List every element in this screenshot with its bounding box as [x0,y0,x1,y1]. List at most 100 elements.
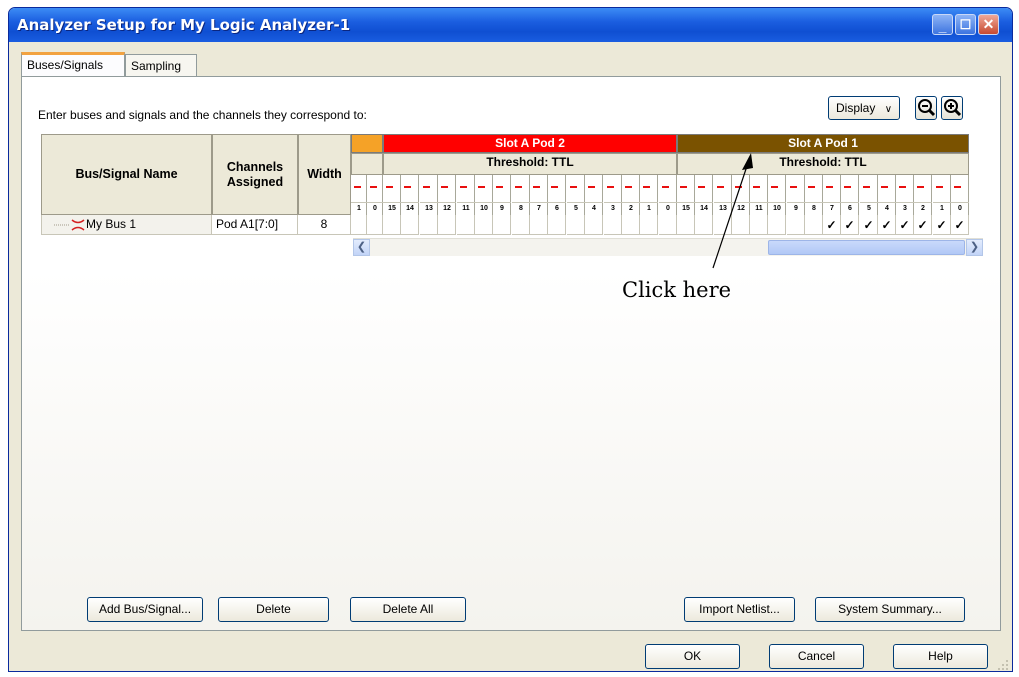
pod1-assign-cell-15[interactable] [677,215,695,235]
pod1-channel-7[interactable]: 7 [823,175,841,215]
pod2-assign-cell-12[interactable] [438,215,456,235]
channel-marker [551,186,558,188]
resize-grip-icon[interactable] [997,659,1009,671]
col-header-name[interactable]: Bus/Signal Name [41,134,212,215]
scroll-left-button[interactable]: ❮ [353,239,370,256]
zoom-in-button[interactable] [941,96,963,120]
pod2-assign-cell-9[interactable] [493,215,511,235]
pod1-assign-cell-5[interactable]: ✓ [860,215,878,235]
pod2-channel-7[interactable]: 7 [530,175,548,215]
channel-marker [533,186,540,188]
pod2-channel-10[interactable]: 10 [475,175,493,215]
width-cell[interactable]: 8 [298,215,351,235]
display-dropdown[interactable]: Display ∨ [828,96,900,120]
pod1-channel-15[interactable]: 15 [677,175,695,215]
col-header-width[interactable]: Width [298,134,351,215]
pod1-assign-cell-4[interactable]: ✓ [878,215,896,235]
maximize-button[interactable]: ☐ [955,14,976,35]
pod1-channel-5[interactable]: 5 [860,175,878,215]
pod2-assign-cell-11[interactable] [457,215,475,235]
pod1-assign-cell-10[interactable] [768,215,786,235]
help-button[interactable]: Help [893,644,988,669]
pod1-channel-2[interactable]: 2 [914,175,932,215]
extra-channel-1[interactable]: 1 [351,175,367,215]
pod1-assign-cell-8[interactable] [805,215,823,235]
close-button[interactable]: ✕ [978,14,999,35]
pod2-channel-15[interactable]: 15 [383,175,401,215]
title-bar[interactable]: Analyzer Setup for My Logic Analyzer-1 _… [9,8,1012,42]
channel-marker [496,186,503,188]
pod2-assign-cell-1[interactable] [640,215,658,235]
tab-buses-signals[interactable]: Buses/Signals [21,52,125,76]
extra-assign-cell-1[interactable] [351,215,367,235]
pod2-assign-cell-4[interactable] [585,215,603,235]
channels-assigned-cell[interactable]: Pod A1[7:0] [212,215,298,235]
pod2-assign-cell-14[interactable] [401,215,419,235]
pod1-channel-10[interactable]: 10 [768,175,786,215]
table-row[interactable]: My Bus 1 [41,215,212,235]
pod2-channel-5[interactable]: 5 [567,175,585,215]
pod1-assign-cell-9[interactable] [787,215,805,235]
scroll-thumb[interactable] [768,240,965,255]
add-bus-signal-button[interactable]: Add Bus/Signal... [87,597,203,622]
pod1-assign-cell-7[interactable]: ✓ [823,215,841,235]
minimize-icon: _ [938,18,947,34]
pod1-channel-4[interactable]: 4 [878,175,896,215]
delete-all-button[interactable]: Delete All [350,597,466,622]
pod2-channel-3[interactable]: 3 [604,175,622,215]
pod2-assign-cell-7[interactable] [530,215,548,235]
pod1-assign-cell-0[interactable]: ✓ [951,215,969,235]
pod2-channel-14[interactable]: 14 [401,175,419,215]
pod2-channel-13[interactable]: 13 [420,175,438,215]
channel-marker [826,186,833,188]
channel-marker [863,186,870,188]
import-netlist-button[interactable]: Import Netlist... [684,597,795,622]
pod2-assign-cell-3[interactable] [604,215,622,235]
pod1-channel-3[interactable]: 3 [896,175,914,215]
zoom-in-icon [944,99,962,117]
col-header-channels[interactable]: Channels Assigned [212,134,298,215]
extra-channel-0[interactable]: 0 [367,175,383,215]
minimize-button[interactable]: _ [932,14,953,35]
threshold-pod2[interactable]: Threshold: TTL [383,153,677,175]
channel-marker [625,186,632,188]
pod2-channel-8[interactable]: 8 [512,175,530,215]
pod2-channel-2[interactable]: 2 [622,175,640,215]
pod-slot-a-pod2-header[interactable]: Slot A Pod 2 [383,134,677,153]
extra-assign-cell-0[interactable] [367,215,383,235]
scroll-right-button[interactable]: ❯ [966,239,983,256]
pod1-assign-cell-3[interactable]: ✓ [896,215,914,235]
pod2-assign-cell-15[interactable] [383,215,401,235]
pod2-assign-cell-8[interactable] [512,215,530,235]
pod2-channel-1[interactable]: 1 [640,175,658,215]
system-summary-button[interactable]: System Summary... [815,597,965,622]
delete-button[interactable]: Delete [218,597,329,622]
pod2-assign-cell-10[interactable] [475,215,493,235]
pod2-channel-12[interactable]: 12 [438,175,456,215]
pod2-channel-9[interactable]: 9 [493,175,511,215]
pod1-assign-cell-1[interactable]: ✓ [933,215,951,235]
pod1-assign-cell-6[interactable]: ✓ [841,215,859,235]
pod1-channel-8[interactable]: 8 [805,175,823,215]
pod2-channel-0[interactable]: 0 [659,175,677,215]
pod2-assign-cell-2[interactable] [622,215,640,235]
pod2-assign-cell-13[interactable] [420,215,438,235]
ok-button[interactable]: OK [645,644,740,669]
pod2-channel-4[interactable]: 4 [585,175,603,215]
channel-marker [607,186,614,188]
pod1-channel-9[interactable]: 9 [787,175,805,215]
horizontal-scrollbar[interactable]: ❮ ❯ [353,238,983,256]
pod2-assign-cell-0[interactable] [659,215,677,235]
pod2-assign-cell-5[interactable] [567,215,585,235]
pod1-channel-6[interactable]: 6 [841,175,859,215]
tab-sampling[interactable]: Sampling [125,54,197,76]
pod1-channel-1[interactable]: 1 [933,175,951,215]
pod2-channel-6[interactable]: 6 [548,175,566,215]
pod2-channel-11[interactable]: 11 [457,175,475,215]
channel-marker [643,186,650,188]
zoom-out-button[interactable] [915,96,937,120]
pod1-assign-cell-2[interactable]: ✓ [914,215,932,235]
cancel-button[interactable]: Cancel [769,644,864,669]
pod2-assign-cell-6[interactable] [548,215,566,235]
pod1-channel-0[interactable]: 0 [951,175,969,215]
